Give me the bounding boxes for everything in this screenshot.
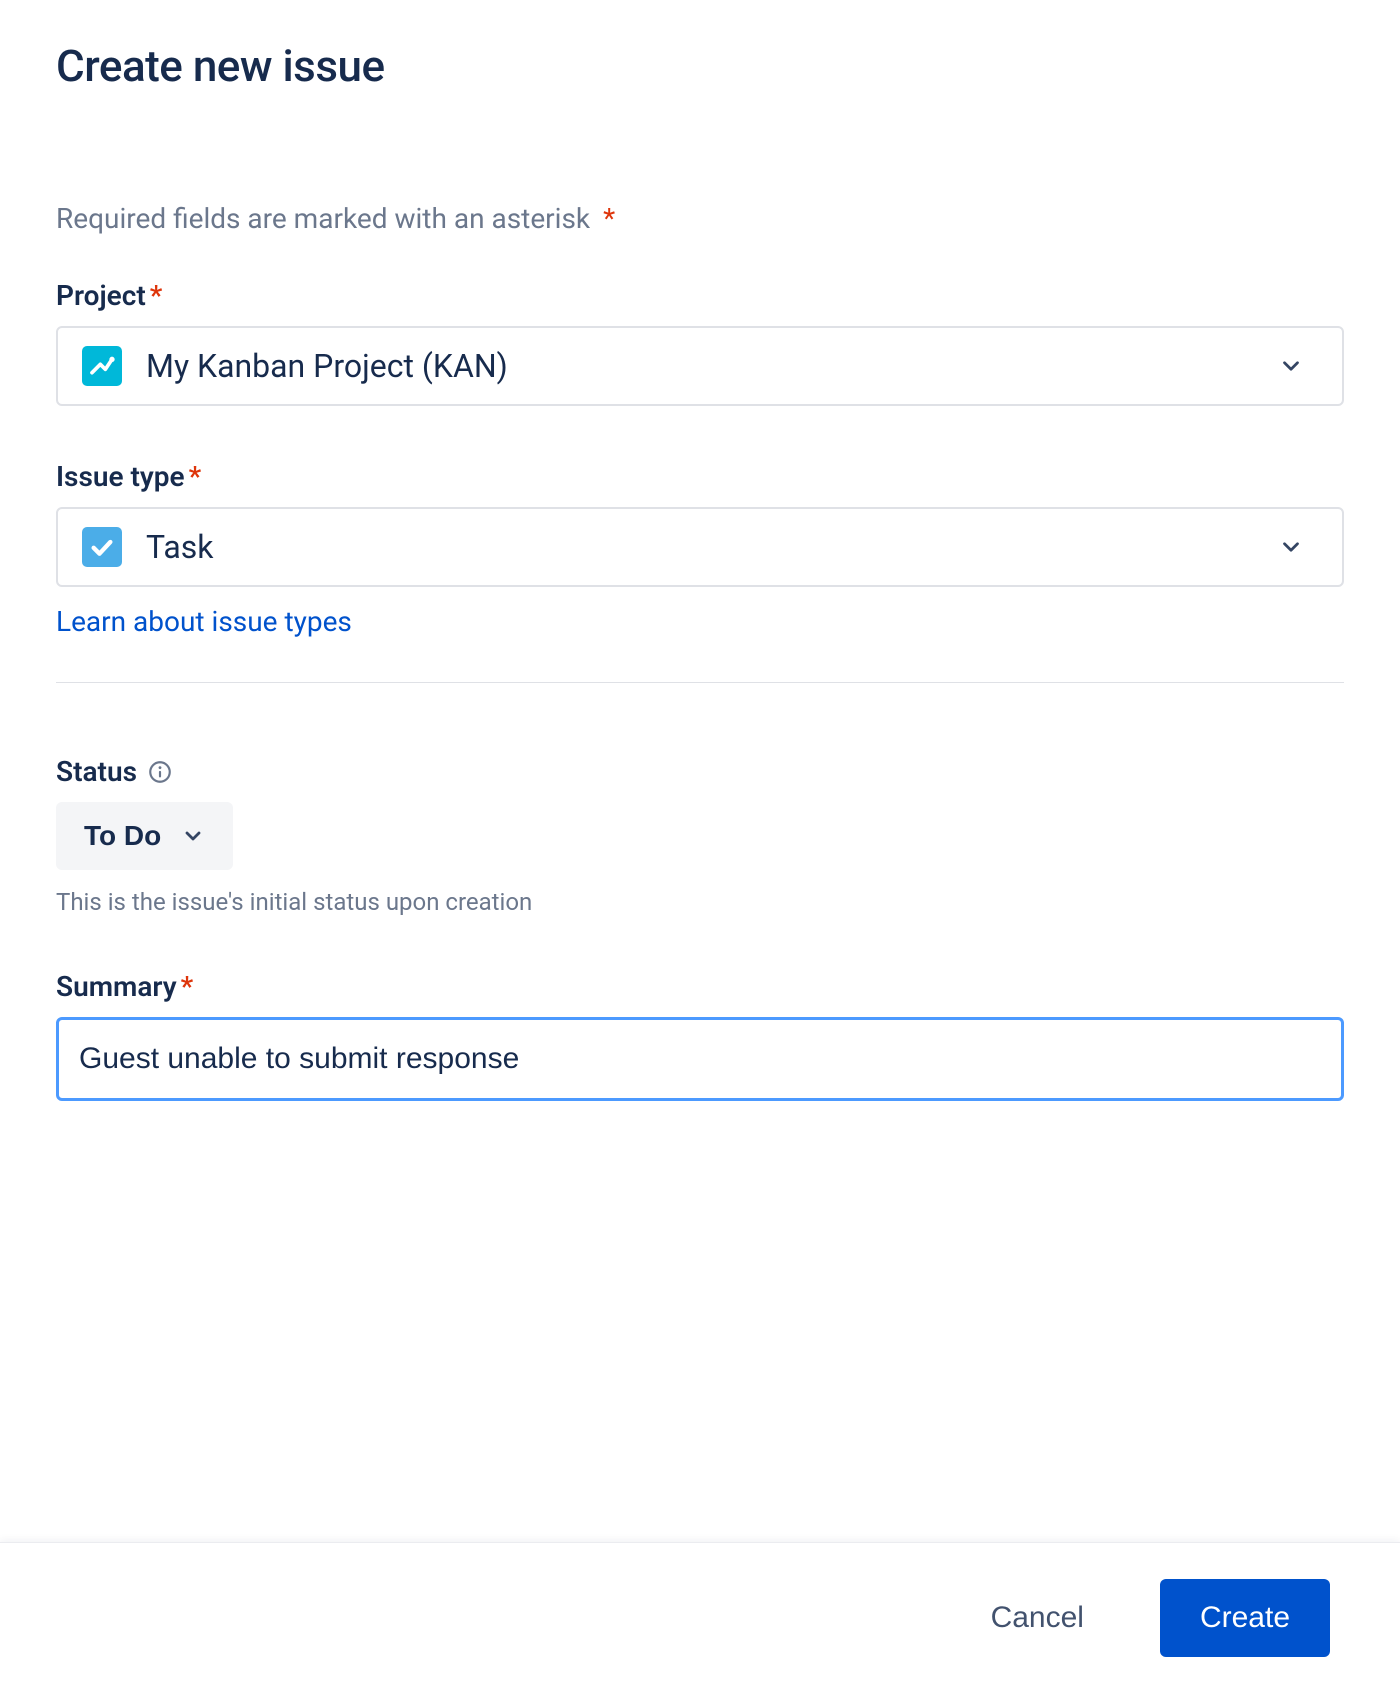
project-avatar-icon	[82, 346, 122, 386]
section-divider	[56, 682, 1344, 683]
asterisk-icon: *	[150, 279, 163, 312]
task-type-icon	[82, 527, 122, 567]
status-dropdown[interactable]: To Do	[56, 802, 233, 870]
status-field-group: Status To Do This is the issue's initial…	[56, 755, 1344, 916]
issue-type-select[interactable]: Task	[56, 507, 1344, 587]
issue-type-label: Issue type *	[56, 460, 1344, 493]
dialog-title: Create new issue	[56, 40, 1344, 92]
chevron-down-icon	[1278, 353, 1304, 379]
cancel-button[interactable]: Cancel	[951, 1579, 1124, 1657]
project-select-value: My Kanban Project (KAN)	[146, 347, 1318, 385]
learn-issue-types-link[interactable]: Learn about issue types	[56, 605, 352, 638]
status-label: Status	[56, 755, 1344, 788]
project-field-group: Project * My Kanban Project (KAN)	[56, 279, 1344, 406]
issue-type-field-group: Issue type * Task Learn about issue type…	[56, 460, 1344, 638]
info-icon[interactable]	[147, 759, 173, 785]
asterisk-icon: *	[603, 202, 615, 235]
chevron-down-icon	[1278, 534, 1304, 560]
asterisk-icon: *	[181, 970, 194, 1003]
dialog-footer: Cancel Create	[0, 1542, 1400, 1693]
required-fields-note: Required fields are marked with an aster…	[56, 202, 1344, 235]
status-label-text: Status	[56, 755, 137, 788]
create-issue-dialog: Create new issue Required fields are mar…	[0, 0, 1400, 1101]
summary-label-text: Summary	[56, 970, 177, 1003]
required-fields-text: Required fields are marked with an aster…	[56, 202, 590, 235]
status-value: To Do	[84, 820, 161, 852]
project-select[interactable]: My Kanban Project (KAN)	[56, 326, 1344, 406]
summary-label: Summary *	[56, 970, 1344, 1003]
issue-type-select-value: Task	[146, 528, 1318, 566]
chevron-down-icon	[181, 824, 205, 848]
create-button[interactable]: Create	[1160, 1579, 1330, 1657]
project-label: Project *	[56, 279, 1344, 312]
project-label-text: Project	[56, 279, 146, 312]
issue-type-label-text: Issue type	[56, 460, 185, 493]
summary-field-group: Summary *	[56, 970, 1344, 1101]
status-helper-text: This is the issue's initial status upon …	[56, 888, 1344, 916]
asterisk-icon: *	[189, 460, 202, 493]
summary-input[interactable]	[56, 1017, 1344, 1101]
